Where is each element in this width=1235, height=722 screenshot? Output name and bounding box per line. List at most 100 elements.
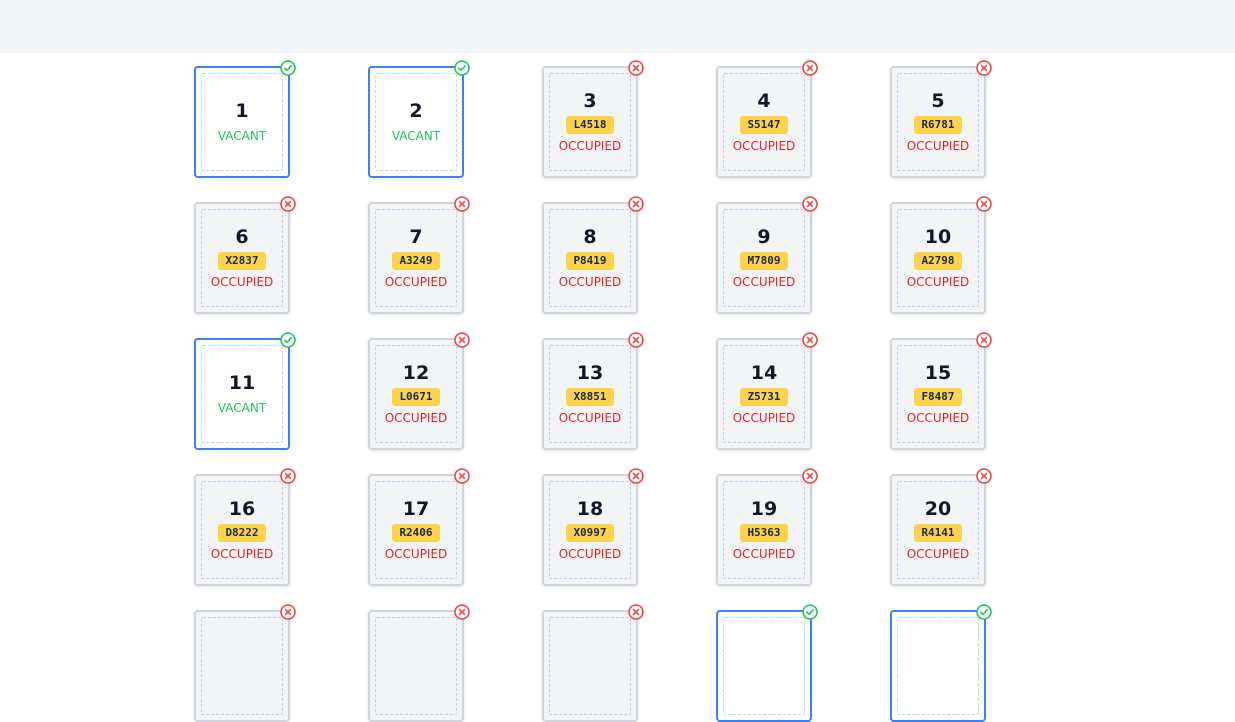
parking-slot[interactable]: 17 R2406 OCCUPIED bbox=[368, 468, 470, 586]
slot-number: 4 bbox=[757, 90, 771, 112]
slot-number: 2 bbox=[409, 100, 423, 122]
license-plate: D8222 bbox=[218, 524, 266, 542]
x-circle-icon bbox=[976, 60, 992, 76]
slot-inner-area: 18 X0997 OCCUPIED bbox=[549, 481, 631, 579]
slot-inner-area bbox=[375, 617, 457, 715]
slot-inner-area: 2 VACANT bbox=[375, 73, 457, 171]
x-circle-icon bbox=[628, 196, 644, 212]
x-circle-icon bbox=[280, 468, 296, 484]
slot-status: OCCUPIED bbox=[558, 411, 622, 425]
slot-number: 1 bbox=[235, 100, 249, 122]
slot-number: 18 bbox=[576, 498, 604, 520]
slot-inner-area: 14 Z5731 OCCUPIED bbox=[723, 345, 805, 443]
parking-slot[interactable]: 19 H5363 OCCUPIED bbox=[716, 468, 818, 586]
parking-slot[interactable]: 1 VACANT bbox=[194, 60, 296, 178]
x-circle-icon bbox=[802, 332, 818, 348]
license-plate: F8487 bbox=[914, 388, 962, 406]
slot-number: 19 bbox=[750, 498, 778, 520]
check-circle-icon bbox=[280, 332, 296, 348]
slot-status: OCCUPIED bbox=[558, 275, 622, 289]
slot-inner-area: 12 L0671 OCCUPIED bbox=[375, 345, 457, 443]
parking-slot[interactable]: 15 F8487 OCCUPIED bbox=[890, 332, 992, 450]
parking-slot[interactable] bbox=[194, 604, 296, 722]
slot-inner-area: 4 S5147 OCCUPIED bbox=[723, 73, 805, 171]
slot-number: 13 bbox=[576, 362, 604, 384]
parking-slot[interactable]: 16 D8222 OCCUPIED bbox=[194, 468, 296, 586]
parking-slot[interactable]: 20 R4141 OCCUPIED bbox=[890, 468, 992, 586]
license-plate: A3249 bbox=[392, 252, 440, 270]
parking-grid: 1 VACANT 2 VACANT 3 L4518 OCCUPIED 4 S5147 OCCUPI… bbox=[0, 0, 1235, 722]
slot-status: OCCUPIED bbox=[906, 547, 970, 561]
slot-status: VACANT bbox=[391, 129, 441, 143]
slot-number: 14 bbox=[750, 362, 778, 384]
parking-slot[interactable]: 11 VACANT bbox=[194, 332, 296, 450]
parking-slot[interactable]: 7 A3249 OCCUPIED bbox=[368, 196, 470, 314]
x-circle-icon bbox=[976, 196, 992, 212]
license-plate: M7809 bbox=[740, 252, 788, 270]
parking-slot[interactable]: 4 S5147 OCCUPIED bbox=[716, 60, 818, 178]
check-circle-icon bbox=[280, 60, 296, 76]
slot-number: 12 bbox=[402, 362, 430, 384]
slot-status: OCCUPIED bbox=[732, 275, 796, 289]
parking-slot[interactable] bbox=[542, 604, 644, 722]
license-plate: P8419 bbox=[566, 252, 614, 270]
slot-inner-area: 5 R6781 OCCUPIED bbox=[897, 73, 979, 171]
slot-status: VACANT bbox=[217, 401, 267, 415]
slot-inner-area: 13 X8851 OCCUPIED bbox=[549, 345, 631, 443]
slot-number: 6 bbox=[235, 226, 249, 248]
parking-slot[interactable]: 5 R6781 OCCUPIED bbox=[890, 60, 992, 178]
x-circle-icon bbox=[976, 332, 992, 348]
check-circle-icon bbox=[802, 604, 818, 620]
slot-inner-area: 16 D8222 OCCUPIED bbox=[201, 481, 283, 579]
parking-slot[interactable]: 10 A2798 OCCUPIED bbox=[890, 196, 992, 314]
slot-number: 11 bbox=[228, 372, 256, 394]
slot-number: 8 bbox=[583, 226, 597, 248]
slot-inner-area bbox=[201, 617, 283, 715]
x-circle-icon bbox=[454, 196, 470, 212]
x-circle-icon bbox=[802, 60, 818, 76]
slot-number: 10 bbox=[924, 226, 952, 248]
slot-inner-area: 15 F8487 OCCUPIED bbox=[897, 345, 979, 443]
license-plate: R4141 bbox=[914, 524, 962, 542]
slot-status: OCCUPIED bbox=[384, 547, 448, 561]
license-plate: A2798 bbox=[914, 252, 962, 270]
parking-slot[interactable]: 2 VACANT bbox=[368, 60, 470, 178]
check-circle-icon bbox=[976, 604, 992, 620]
slot-number: 20 bbox=[924, 498, 952, 520]
x-circle-icon bbox=[454, 604, 470, 620]
parking-slot[interactable]: 9 M7809 OCCUPIED bbox=[716, 196, 818, 314]
parking-slot[interactable]: 6 X2837 OCCUPIED bbox=[194, 196, 296, 314]
parking-slot[interactable]: 18 X0997 OCCUPIED bbox=[542, 468, 644, 586]
x-circle-icon bbox=[280, 196, 296, 212]
x-circle-icon bbox=[628, 468, 644, 484]
slot-inner-area: 6 X2837 OCCUPIED bbox=[201, 209, 283, 307]
slot-inner-area: 10 A2798 OCCUPIED bbox=[897, 209, 979, 307]
x-circle-icon bbox=[976, 468, 992, 484]
slot-number: 7 bbox=[409, 226, 423, 248]
parking-slot[interactable]: 14 Z5731 OCCUPIED bbox=[716, 332, 818, 450]
slot-status: VACANT bbox=[217, 129, 267, 143]
parking-slot[interactable]: 12 L0671 OCCUPIED bbox=[368, 332, 470, 450]
x-circle-icon bbox=[280, 604, 296, 620]
slot-inner-area: 9 M7809 OCCUPIED bbox=[723, 209, 805, 307]
parking-slot[interactable] bbox=[716, 604, 818, 722]
license-plate: X0997 bbox=[566, 524, 614, 542]
license-plate: S5147 bbox=[740, 116, 788, 134]
parking-slot[interactable]: 8 P8419 OCCUPIED bbox=[542, 196, 644, 314]
slot-inner-area: 7 A3249 OCCUPIED bbox=[375, 209, 457, 307]
slot-inner-area: 11 VACANT bbox=[201, 345, 283, 443]
slot-status: OCCUPIED bbox=[384, 275, 448, 289]
slot-number: 5 bbox=[931, 90, 945, 112]
license-plate: L0671 bbox=[392, 388, 440, 406]
slot-inner-area: 1 VACANT bbox=[201, 73, 283, 171]
x-circle-icon bbox=[802, 468, 818, 484]
license-plate: X2837 bbox=[218, 252, 266, 270]
parking-slot[interactable] bbox=[890, 604, 992, 722]
parking-slot[interactable]: 13 X8851 OCCUPIED bbox=[542, 332, 644, 450]
parking-slot[interactable] bbox=[368, 604, 470, 722]
slot-number: 3 bbox=[583, 90, 597, 112]
slot-inner-area: 3 L4518 OCCUPIED bbox=[549, 73, 631, 171]
slot-status: OCCUPIED bbox=[384, 411, 448, 425]
slot-status: OCCUPIED bbox=[732, 139, 796, 153]
parking-slot[interactable]: 3 L4518 OCCUPIED bbox=[542, 60, 644, 178]
